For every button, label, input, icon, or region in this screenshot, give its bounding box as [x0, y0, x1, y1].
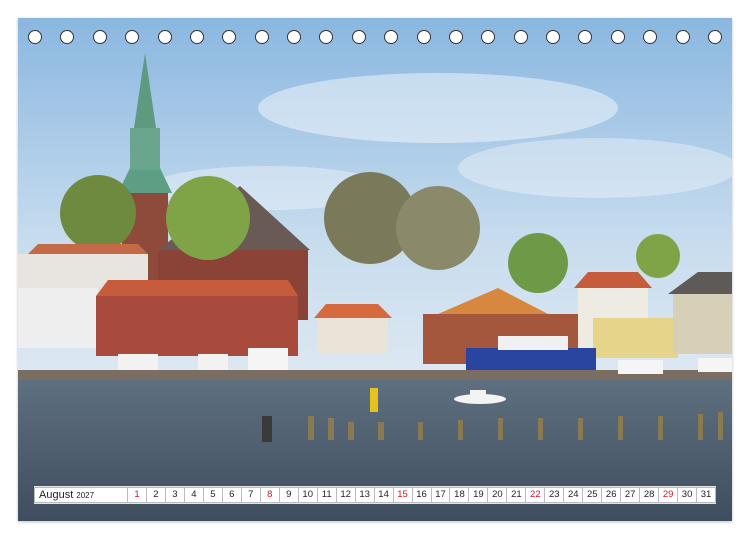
year: 2027: [76, 491, 95, 500]
day-cell: 2: [146, 487, 166, 503]
binding-ring: [643, 30, 658, 44]
day-cell: 18: [450, 487, 470, 503]
day-cell: 19: [469, 487, 489, 503]
binding-ring: [189, 30, 204, 44]
day-cell: 13: [355, 487, 375, 503]
binding-ring: [384, 30, 399, 44]
binding-ring: [157, 30, 172, 44]
day-cell: 7: [241, 487, 261, 503]
binding-ring: [707, 30, 722, 44]
binding-ring: [675, 30, 690, 44]
day-cell: 27: [621, 487, 641, 503]
binding-ring: [92, 30, 107, 44]
binding-ring: [513, 30, 528, 44]
day-cell: 1: [128, 487, 147, 503]
day-cell: 6: [222, 487, 242, 503]
day-cell: 30: [678, 487, 698, 503]
binding-ring: [546, 30, 560, 44]
day-cell: 23: [545, 487, 565, 503]
binding-ring: [28, 30, 42, 44]
day-cell: 26: [602, 487, 622, 503]
binding-ring: [222, 30, 237, 44]
day-cell: 14: [374, 487, 394, 503]
day-cell: 8: [260, 487, 280, 503]
binding-ring: [578, 30, 593, 44]
day-cell: 22: [526, 487, 546, 503]
day-cell: 21: [507, 487, 527, 503]
calendar-page: August 2027 1 2 3 4 5 6 7 8 9 10 11 12 13 14 15 16 17 18 1…: [18, 18, 732, 521]
binding-ring: [416, 30, 431, 44]
day-cell: 20: [488, 487, 508, 503]
harbor-town-photo: [18, 18, 732, 521]
day-cell: 28: [640, 487, 660, 503]
month-name: August: [39, 489, 74, 501]
day-cell: 25: [583, 487, 603, 503]
binding-rings: [18, 30, 732, 48]
binding-ring: [610, 30, 625, 44]
day-cell: 24: [564, 487, 584, 503]
month-label: August 2027: [34, 487, 128, 503]
day-cell: 31: [697, 487, 717, 503]
day-cell: 16: [412, 487, 432, 503]
binding-ring: [448, 30, 463, 44]
binding-ring: [481, 30, 496, 44]
day-cell: 17: [431, 487, 451, 503]
day-cell: 11: [317, 487, 337, 503]
day-cell: 3: [165, 487, 185, 503]
binding-ring: [287, 30, 301, 44]
binding-ring: [319, 30, 334, 44]
day-cells: 1 2 3 4 5 6 7 8 9 10 11 12 13 14 15 16 17 18 19 20 21 22 23 24 2…: [128, 487, 717, 503]
binding-ring: [254, 30, 269, 44]
binding-ring: [60, 30, 75, 44]
binding-ring: [125, 30, 140, 44]
day-cell: 15: [393, 487, 413, 503]
binding-ring: [351, 30, 366, 44]
day-cell: 9: [279, 487, 299, 503]
day-cell: 4: [184, 487, 204, 503]
calendar-strip: August 2027 1 2 3 4 5 6 7 8 9 10 11 12 13 14 15 16 17 18 1…: [34, 486, 717, 504]
day-cell: 5: [203, 487, 223, 503]
day-cell: 29: [659, 487, 679, 503]
day-cell: 12: [336, 487, 356, 503]
day-cell: 10: [298, 487, 318, 503]
